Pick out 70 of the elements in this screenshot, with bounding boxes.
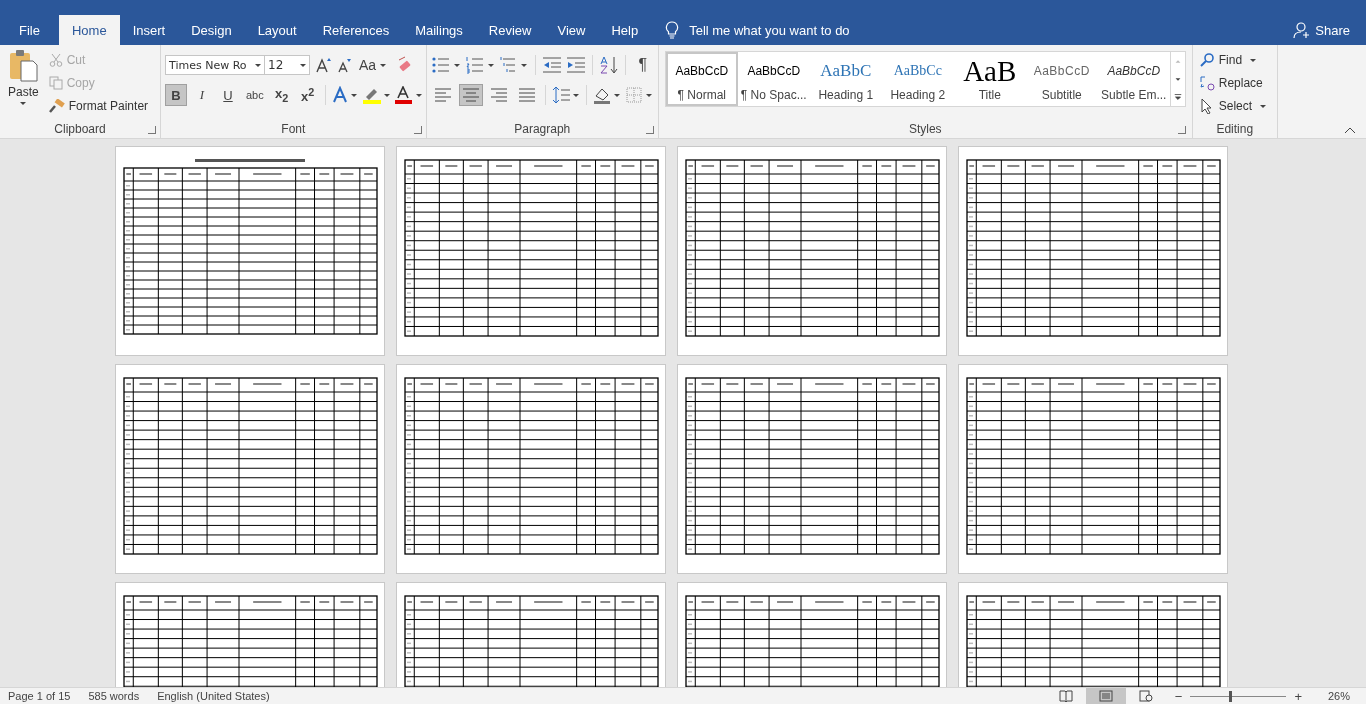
format-button[interactable]: abc (243, 84, 267, 106)
copy-icon (48, 76, 63, 90)
font-size-dropdown[interactable]: 12 (264, 55, 310, 75)
ribbon-tab[interactable]: Review (475, 15, 545, 45)
caret-icon (19, 101, 28, 106)
select-button[interactable]: Select (1196, 95, 1273, 117)
format-button[interactable]: B (165, 84, 187, 106)
print-view-button[interactable] (1085, 688, 1126, 704)
replace-button[interactable]: Replace (1196, 72, 1273, 94)
ribbon-tab[interactable]: Layout (244, 15, 310, 45)
group-label: Clipboard (54, 122, 106, 136)
dialog-launcher-icon[interactable] (413, 126, 422, 134)
ribbon-tab[interactable]: Insert (119, 15, 179, 45)
bullets-icon[interactable] (430, 56, 461, 74)
add-person-icon (1293, 21, 1312, 39)
dialog-launcher-icon[interactable] (1177, 126, 1186, 134)
multilevel-list-icon[interactable] (498, 56, 529, 74)
font-color-icon[interactable] (393, 86, 422, 104)
decrease-indent-icon[interactable] (541, 56, 562, 74)
style-option[interactable]: AaBbCcD ¶ Normal (665, 52, 738, 106)
replace-icon (1198, 75, 1215, 91)
grow-font-icon[interactable] (314, 56, 332, 74)
format-button[interactable]: U (217, 84, 239, 106)
page-count[interactable]: Page 1 of 15 (8, 690, 71, 702)
paintbrush-icon (48, 99, 65, 113)
print-view-icon (1098, 690, 1113, 702)
ribbon-tab[interactable]: View (544, 15, 599, 45)
word-count[interactable]: 585 words (88, 690, 140, 702)
share-button[interactable]: Share (1287, 15, 1356, 45)
format-painter-button[interactable]: Format Painter (46, 95, 151, 117)
increase-indent-icon[interactable] (565, 56, 586, 74)
font-family-dropdown[interactable]: Times New Ro (165, 55, 265, 75)
search-icon (1198, 53, 1215, 67)
group-label: Paragraph (514, 122, 571, 136)
zoom-out-button[interactable]: − (1174, 688, 1183, 704)
ribbon-tab[interactable]: References (309, 15, 403, 45)
text-effects-icon[interactable] (331, 86, 358, 104)
align-button[interactable] (458, 84, 483, 106)
shading-icon[interactable] (592, 86, 621, 104)
format-button[interactable]: x$_{2}$ (270, 84, 293, 106)
show-marks-button[interactable]: ¶ (631, 54, 654, 76)
collapse-ribbon-icon[interactable] (1344, 126, 1356, 134)
zoom-level[interactable]: 26% (1327, 690, 1350, 702)
ribbon-tab[interactable]: Mailings (402, 15, 476, 45)
line-spacing-icon[interactable] (551, 86, 580, 104)
find-button[interactable]: Find (1196, 49, 1273, 71)
clipboard-icon (8, 49, 39, 83)
ribbon-tab[interactable]: Help (598, 15, 652, 45)
lightbulb-icon (665, 21, 680, 39)
dialog-launcher-icon[interactable] (645, 126, 654, 134)
group-label: Editing (1216, 122, 1254, 136)
format-button[interactable]: I (191, 84, 213, 106)
scissors-icon (48, 53, 63, 67)
sort-icon[interactable] (598, 56, 619, 74)
paste-button[interactable]: Paste (4, 49, 43, 120)
change-case-button[interactable]: Aa (356, 54, 390, 76)
highlighter-icon[interactable] (361, 86, 390, 104)
dialog-launcher-icon[interactable] (148, 126, 156, 134)
ribbon-tab[interactable]: Home (58, 15, 120, 45)
group-label: Styles (908, 122, 942, 136)
group-label: Font (281, 122, 306, 136)
tell-me-field[interactable]: Tell me what you want to do (687, 21, 892, 39)
zoom-in-button[interactable]: + (1294, 688, 1302, 704)
read-view-icon (1058, 690, 1073, 702)
numbering-icon[interactable] (464, 56, 495, 74)
ribbon-tab[interactable]: Design (178, 15, 245, 45)
shrink-font-icon[interactable] (336, 56, 352, 74)
language-indicator[interactable]: English (United States) (157, 690, 270, 702)
ribbon-tab[interactable]: File (0, 15, 59, 45)
format-button[interactable]: x$^{2}$ (296, 84, 319, 106)
